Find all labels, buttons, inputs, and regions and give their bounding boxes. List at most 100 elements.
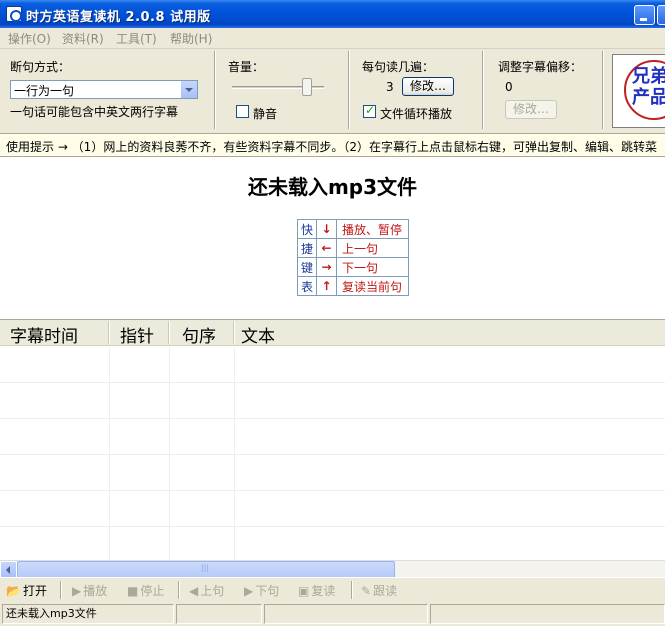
split-mode-hint: 一句话可能包含中英文两行字幕 (10, 105, 179, 119)
column-header-text[interactable]: 文本 (241, 322, 275, 347)
repeat-count-label: 每句读几遍： (362, 60, 435, 74)
divider (348, 51, 350, 129)
arrow-right-icon: ▶ (244, 584, 254, 598)
toolbar-divider (178, 581, 180, 599)
shortcut-side-char: 快 (297, 219, 317, 239)
volume-label: 音量： (228, 60, 265, 74)
play-label: 播放 (83, 584, 108, 598)
repeat-count-value: 3 (386, 80, 394, 94)
column-header-time[interactable]: 字幕时间 (10, 322, 78, 347)
arrow-left-icon: ◀ (189, 584, 199, 598)
repeat-label: 复读 (311, 584, 336, 598)
status-text: 还未载入mp3文件 (2, 604, 174, 624)
offset-label: 调整字幕偏移： (498, 60, 583, 74)
app-icon[interactable] (6, 6, 22, 22)
no-file-message: 还未载入mp3文件 (247, 175, 418, 199)
stop-button[interactable]: ■ 停止 (127, 582, 164, 599)
arrow-up-icon: ↑ (316, 276, 337, 296)
menu-operate[interactable]: 操作(O) (8, 30, 51, 47)
repeat-button[interactable]: ▣ 复读 (298, 582, 335, 599)
status-bar: 还未载入mp3文件 (0, 602, 665, 626)
repeat-icon: ▣ (298, 584, 310, 598)
stop-label: 停止 (140, 584, 165, 598)
microphone-icon: ✎ (361, 584, 372, 598)
shortcut-label: 上一句 (336, 238, 409, 258)
play-icon: ▶ (72, 584, 82, 598)
shortcut-table: 快 ↓ 播放、暂停 捷 ← 上一句 键 → 下一句 表 ↑ 复读当前句 (297, 219, 409, 296)
horizontal-scrollbar[interactable] (0, 560, 665, 578)
shortcut-row: 捷 ← 上一句 (297, 238, 409, 258)
arrow-left-icon: ← (316, 238, 337, 258)
shortcut-side-char: 表 (297, 276, 317, 296)
status-cell-empty (264, 604, 428, 624)
next-label: 下句 (255, 584, 280, 598)
mute-label: 静音 (253, 107, 278, 121)
table-row[interactable] (0, 383, 665, 419)
shortcut-row: 表 ↑ 复读当前句 (297, 276, 409, 296)
column-header-pointer[interactable]: 指针 (120, 322, 154, 347)
grid-line (109, 347, 110, 561)
shortcut-label: 复读当前句 (336, 276, 409, 296)
status-cell-empty (430, 604, 665, 624)
column-header-order[interactable]: 句序 (182, 322, 216, 347)
playback-toolbar: 📂 打开 ▶ 播放 ■ 停止 ◀ 上句 ▶ 下句 ▣ 复读 ✎ 跟读 (0, 577, 665, 602)
subtitle-list[interactable]: 字幕时间 指针 句序 文本 (0, 319, 665, 563)
logo-text: 兄弟 产品 (632, 66, 665, 108)
offset-modify-button[interactable]: 修改… (505, 100, 557, 119)
shortcut-row: 键 → 下一句 (297, 257, 409, 277)
chevron-down-icon[interactable] (180, 81, 197, 98)
menu-help[interactable]: 帮助(H) (170, 30, 212, 47)
window-title: 时方英语复读机 2.0.8 试用版 (26, 10, 211, 25)
table-row[interactable] (0, 419, 665, 455)
menu-bar: 操作(O) 资料(R) 工具(T) 帮助(H) (0, 28, 665, 49)
table-row[interactable] (0, 527, 665, 563)
mute-checkbox[interactable] (236, 105, 249, 118)
arrow-down-icon: ↓ (316, 219, 337, 239)
list-header: 字幕时间 指针 句序 文本 (0, 320, 665, 347)
stop-icon: ■ (127, 584, 139, 598)
next-sentence-button[interactable]: ▶ 下句 (244, 582, 279, 599)
folder-open-icon: 📂 (6, 584, 21, 598)
volume-slider-thumb[interactable] (302, 78, 312, 96)
table-row[interactable] (0, 491, 665, 527)
arrow-right-icon: → (316, 257, 337, 277)
menu-tools[interactable]: 工具(T) (116, 30, 157, 47)
split-mode-label: 断句方式： (10, 60, 71, 74)
maximize-button[interactable] (657, 5, 665, 25)
shortcut-side-char: 捷 (297, 238, 317, 258)
scroll-left-button[interactable] (0, 561, 17, 578)
shortcut-label: 下一句 (336, 257, 409, 277)
open-label: 打开 (22, 584, 47, 598)
title-bar[interactable]: 时方英语复读机 2.0.8 试用版 (0, 0, 665, 28)
player-stage: 还未载入mp3文件 快 ↓ 播放、暂停 捷 ← 上一句 键 → 下一句 表 ↑ … (0, 157, 665, 319)
open-button[interactable]: 📂 打开 (6, 582, 47, 599)
grid-line (169, 347, 170, 561)
follow-label: 跟读 (373, 584, 398, 598)
toolbar-divider (351, 581, 353, 599)
shortcut-side-char: 键 (297, 257, 317, 277)
column-divider[interactable] (233, 321, 235, 344)
loop-checkbox[interactable] (363, 103, 376, 118)
column-divider[interactable] (108, 321, 110, 344)
follow-read-button[interactable]: ✎ 跟读 (361, 582, 397, 599)
play-button[interactable]: ▶ 播放 (72, 582, 107, 599)
grid-line (234, 347, 235, 561)
divider (482, 51, 484, 129)
status-cell-empty (176, 604, 262, 624)
shortcut-label: 播放、暂停 (336, 219, 409, 239)
split-mode-select[interactable]: 一行为一句 (10, 80, 198, 99)
split-mode-value: 一行为一句 (14, 84, 75, 98)
loop-label: 文件循环播放 (380, 107, 453, 121)
repeat-modify-button[interactable]: 修改… (402, 77, 454, 96)
divider (214, 51, 216, 129)
previous-label: 上句 (200, 584, 225, 598)
table-row[interactable] (0, 455, 665, 491)
column-divider[interactable] (168, 321, 170, 344)
menu-resources[interactable]: 资料(R) (62, 30, 104, 47)
previous-sentence-button[interactable]: ◀ 上句 (189, 582, 224, 599)
shortcut-row: 快 ↓ 播放、暂停 (297, 219, 409, 239)
tip-text: 使用提示 → （1）网上的资料良莠不齐，有些资料字幕不同步。（2）在字幕行上点击… (6, 140, 657, 154)
scroll-thumb[interactable] (17, 561, 395, 578)
table-row[interactable] (0, 347, 665, 383)
minimize-button[interactable] (634, 5, 655, 25)
